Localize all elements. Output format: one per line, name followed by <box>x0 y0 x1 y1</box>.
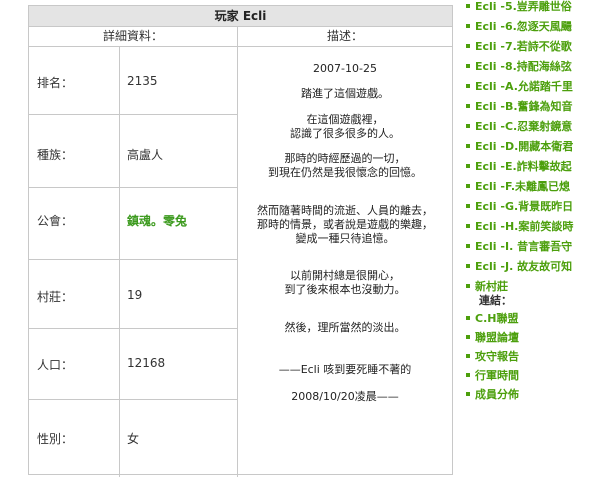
race-value: 高盧人 <box>127 148 164 162</box>
bullet-icon <box>466 24 470 28</box>
bullet-icon <box>466 104 470 108</box>
description-paragraph: 那時的時經歷過的一切， 到現在仍然是我很懷念的回憶。 <box>268 152 422 179</box>
sidebar-link[interactable]: 聯盟論壇 <box>475 329 519 345</box>
description-date: 2007-10-25 <box>313 62 377 75</box>
bullet-icon <box>466 354 470 358</box>
rank-label: 排名： <box>37 76 74 90</box>
sidebar-link[interactable]: 成員分佈 <box>475 386 519 402</box>
gender-label: 性別： <box>37 432 74 446</box>
population-label: 人口： <box>37 358 74 372</box>
bullet-icon <box>466 64 470 68</box>
row-divider <box>29 399 237 400</box>
sidebar-village-link[interactable]: Ecli -8.持配海絲弦 <box>475 58 572 74</box>
villages-label: 村莊： <box>37 290 74 304</box>
bullet-icon <box>466 284 470 288</box>
bullet-icon <box>466 373 470 377</box>
row-divider <box>29 259 237 260</box>
sidebar-village-link[interactable]: Ecli -B.奮鋒為知音 <box>475 98 573 114</box>
sidebar-village-link[interactable]: Ecli -G.背景既昨日 <box>475 198 573 214</box>
guild-label: 公會： <box>37 214 74 228</box>
population-value: 12168 <box>127 356 166 370</box>
bullet-icon <box>466 316 470 320</box>
sidebar-village-link[interactable]: Ecli -A.允諾踏千里 <box>475 78 573 94</box>
description-paragraph: 以前開村總是很開心， 到了後來根本也沒動力。 <box>284 269 406 296</box>
column-divider <box>237 47 238 477</box>
bullet-icon <box>466 244 470 248</box>
profile-title: 玩家 Ecli <box>29 6 452 27</box>
sidebar-link[interactable]: 行軍時間 <box>475 367 519 383</box>
sidebar-village-link[interactable]: Ecli -7.若詩不從歌 <box>475 38 572 54</box>
column-divider <box>119 47 120 477</box>
sidebar-village-link[interactable]: Ecli -F.未離鳳已熄 <box>475 178 570 194</box>
bullet-icon <box>466 224 470 228</box>
bullet-icon <box>466 84 470 88</box>
sidebar-village-link[interactable]: Ecli -6.忽逐天風颺 <box>475 18 572 34</box>
race-label: 種族： <box>37 148 74 162</box>
description-paragraph: 然而隨著時間的流逝、人員的離去， 那時的情景，或者說是遊戲的樂趣， 變成一種只待… <box>257 204 433 245</box>
bullet-icon <box>466 44 470 48</box>
bullet-icon <box>466 392 470 396</box>
bullet-icon <box>466 184 470 188</box>
sidebar-village-link[interactable]: Ecli -E.詐料擊故起 <box>475 158 572 174</box>
player-profile-table: 玩家 Ecli 詳細資料： 描述： 排名： 2135 種族： 高盧人 公會： 鎮… <box>28 5 453 477</box>
row-divider <box>29 187 237 188</box>
sidebar: Ecli -5.豈弄雕世俗 Ecli -6.忽逐天風颺 Ecli -7.若詩不從歌 E… <box>466 0 600 464</box>
rank-value: 2135 <box>127 74 158 88</box>
bullet-icon <box>466 4 470 8</box>
bullet-icon <box>466 164 470 168</box>
details-header: 詳細資料： <box>29 27 238 47</box>
sidebar-link[interactable]: 攻守報告 <box>475 348 519 364</box>
description-paragraph: 然後，理所當然的淡出。 <box>284 321 406 334</box>
row-divider <box>29 114 237 115</box>
sidebar-village-link[interactable]: Ecli -I. 昔言審吾守 <box>475 238 572 254</box>
sidebar-link[interactable]: C.H聯盟 <box>475 310 518 326</box>
description-paragraph: 踏進了這個遊戲。 <box>301 87 389 100</box>
description-signature: ——Ecli 咳到要死睡不著的 <box>278 363 412 376</box>
bullet-icon <box>466 124 470 128</box>
gender-value: 女 <box>127 432 140 446</box>
sidebar-village-link[interactable]: Ecli -5.豈弄雕世俗 <box>475 0 572 14</box>
row-divider <box>29 328 237 329</box>
bullet-icon <box>466 335 470 339</box>
description-header: 描述： <box>238 27 452 47</box>
sidebar-village-link[interactable]: Ecli -C.忍棄射鏡意 <box>475 118 572 134</box>
bullet-icon <box>466 264 470 268</box>
sidebar-village-link[interactable]: Ecli -J. 故友故可知 <box>475 258 572 274</box>
sidebar-village-link[interactable]: Ecli -D.開藏本衛君 <box>475 138 573 154</box>
bullet-icon <box>466 204 470 208</box>
bullet-icon <box>466 144 470 148</box>
description-paragraph: 在這個遊戲裡， 認識了很多很多的人。 <box>290 113 400 140</box>
villages-value: 19 <box>127 288 143 302</box>
description-timestamp: 2008/10/20凌晨—— <box>291 390 399 403</box>
links-header: 連結： <box>479 294 512 307</box>
sidebar-village-link[interactable]: Ecli -H.案前笑談時 <box>475 218 573 234</box>
guild-link[interactable]: 鎮魂。零兔 <box>127 212 187 229</box>
